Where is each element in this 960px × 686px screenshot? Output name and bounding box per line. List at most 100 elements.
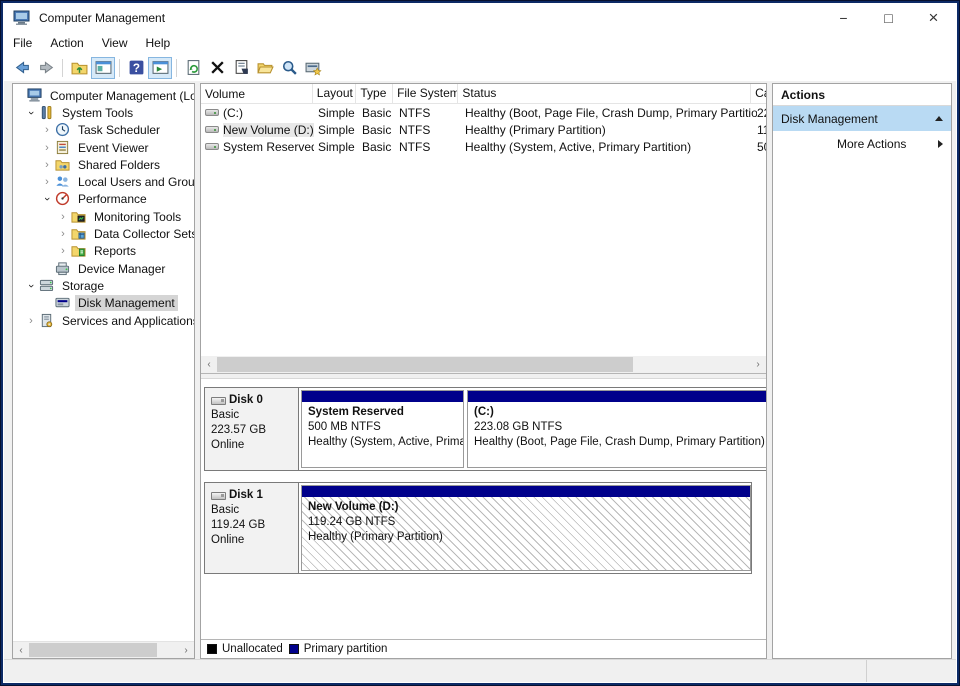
chevron-collapsed-icon: › — [29, 314, 33, 327]
back-icon[interactable] — [10, 57, 34, 79]
column-header-file-system[interactable]: File System — [393, 84, 459, 103]
find-icon[interactable] — [277, 57, 301, 79]
tree-item-system-tools[interactable]: › System Tools — [13, 104, 194, 121]
disk-0-status: Online — [211, 439, 245, 451]
partition-new-volume-d[interactable]: New Volume (D:) 119.24 GB NTFS Healthy (… — [301, 485, 751, 571]
main-content: Computer Management (Local) › System Too… — [4, 81, 956, 659]
primary-partition-bar — [302, 391, 463, 402]
close-button[interactable]: × — [911, 4, 956, 31]
title-bar: Computer Management − □ × — [4, 4, 956, 31]
tree-item-data-collector-sets[interactable]: › Data Collector Sets — [13, 225, 194, 242]
scroll-right-icon[interactable]: › — [750, 359, 766, 370]
disk-management-icon — [55, 295, 72, 311]
folder-chart-icon — [71, 209, 88, 225]
maximize-button[interactable]: □ — [866, 4, 911, 31]
gauge-icon — [55, 191, 72, 207]
tree-item-services-and-applications[interactable]: › Services and Applications — [13, 312, 194, 329]
graphical-view: Disk 0 Basic 223.57 GB Online System Res… — [201, 379, 766, 639]
scroll-left-icon[interactable]: ‹ — [13, 645, 29, 656]
computer-icon — [27, 88, 44, 104]
event-viewer-icon — [55, 140, 72, 156]
device-manager-icon — [55, 261, 72, 277]
column-header-capacity[interactable]: Ca — [751, 84, 766, 103]
scrollbar-thumb[interactable] — [217, 357, 633, 372]
tree-item-storage[interactable]: › Storage — [13, 277, 194, 294]
tree-item-computer-management[interactable]: Computer Management (Local) — [13, 87, 194, 104]
actions-pane-title: Actions — [773, 84, 951, 106]
users-icon — [55, 174, 72, 190]
shared-folders-icon — [55, 157, 72, 173]
column-header-type[interactable]: Type — [356, 84, 394, 103]
chevron-expanded-icon: › — [25, 111, 37, 115]
primary-partition-bar — [468, 391, 766, 402]
svg-text:?: ? — [132, 62, 139, 75]
tools-icon — [39, 105, 56, 121]
partition-system-reserved[interactable]: System Reserved 500 MB NTFS Healthy (Sys… — [301, 390, 464, 468]
disk-1-header[interactable]: Disk 1 Basic 119.24 GB Online — [205, 483, 299, 573]
properties-icon[interactable] — [229, 57, 253, 79]
disk-0-header[interactable]: Disk 0 Basic 223.57 GB Online — [205, 388, 299, 470]
volume-row-system-reserved[interactable]: System Reserved Simple Basic NTFS Health… — [201, 138, 766, 155]
volume-list-header: Volume Layout Type File System Status Ca — [201, 84, 766, 104]
refresh-icon[interactable] — [181, 57, 205, 79]
primary-partition-bar — [302, 486, 750, 497]
tree-item-shared-folders[interactable]: › Shared Folders — [13, 156, 194, 173]
tree-item-reports[interactable]: › Reports — [13, 243, 194, 260]
window-title: Computer Management — [39, 10, 166, 25]
primary-partition-swatch — [288, 644, 299, 654]
unallocated-swatch — [207, 644, 217, 654]
legend: Unallocated Primary partition — [201, 639, 766, 658]
clock-icon — [55, 122, 72, 138]
tree-item-monitoring-tools[interactable]: › Monitoring Tools — [13, 208, 194, 225]
toolbar-separator — [62, 58, 63, 77]
forward-icon[interactable] — [34, 57, 58, 79]
chevron-expanded-icon: › — [41, 197, 53, 202]
submenu-arrow-icon — [938, 139, 943, 148]
chevron-collapsed-icon: › — [45, 158, 49, 171]
disk-management-wizard-icon[interactable] — [301, 57, 325, 79]
up-one-level-icon[interactable] — [67, 57, 91, 79]
partition-c[interactable]: (C:) 223.08 GB NTFS Healthy (Boot, Page … — [467, 390, 766, 468]
scrollbar-thumb[interactable] — [29, 643, 158, 657]
column-header-layout[interactable]: Layout — [313, 84, 357, 103]
toolbar-separator — [119, 58, 120, 77]
disk-1-status: Online — [211, 534, 245, 546]
tree-item-task-scheduler[interactable]: › Task Scheduler — [13, 122, 194, 139]
tree-item-performance[interactable]: › Performance — [13, 191, 194, 208]
chevron-collapsed-icon: › — [61, 245, 65, 258]
tree-item-disk-management[interactable]: Disk Management — [13, 295, 194, 312]
volume-row-c[interactable]: (C:) Simple Basic NTFS Healthy (Boot, Pa… — [201, 104, 766, 121]
more-actions-item[interactable]: More Actions — [773, 131, 951, 156]
scrollbar-track[interactable] — [217, 356, 750, 373]
open-folder-icon[interactable] — [253, 57, 277, 79]
volume-row-d[interactable]: New Volume (D:) Simple Basic NTFS Health… — [201, 121, 766, 138]
chevron-collapsed-icon: › — [61, 210, 65, 223]
console-tree: Computer Management (Local) › System Too… — [13, 84, 194, 641]
delete-icon[interactable] — [205, 57, 229, 79]
legend-unallocated: Unallocated — [207, 643, 283, 655]
tree-item-event-viewer[interactable]: › Event Viewer — [13, 139, 194, 156]
scroll-right-icon[interactable]: › — [178, 645, 194, 656]
menu-file[interactable]: File — [4, 33, 41, 53]
column-header-volume[interactable]: Volume — [201, 84, 313, 103]
collapse-icon[interactable] — [935, 116, 943, 121]
minimize-button[interactable]: − — [821, 4, 866, 31]
tree-horizontal-scrollbar[interactable]: ‹ › — [13, 641, 194, 658]
column-header-status[interactable]: Status — [458, 84, 752, 103]
scroll-left-icon[interactable]: ‹ — [201, 359, 217, 370]
show-action-pane-icon[interactable] — [148, 56, 172, 79]
show-console-tree-icon[interactable] — [91, 56, 115, 79]
scrollbar-track[interactable] — [29, 642, 178, 658]
tree-item-device-manager[interactable]: Device Manager — [13, 260, 194, 277]
disk-0-row: Disk 0 Basic 223.57 GB Online System Res… — [204, 387, 766, 471]
tree-item-local-users-and-groups[interactable]: › Local Users and Groups — [13, 173, 194, 190]
chevron-collapsed-icon: › — [45, 124, 49, 137]
actions-group-disk-management[interactable]: Disk Management — [773, 106, 951, 131]
help-icon[interactable]: ? — [124, 57, 148, 79]
menu-help[interactable]: Help — [137, 33, 180, 53]
volume-list-horizontal-scrollbar[interactable]: ‹ › — [201, 356, 766, 373]
volume-icon — [205, 109, 219, 116]
disk-0-type: Basic — [211, 409, 240, 421]
menu-view[interactable]: View — [93, 33, 137, 53]
menu-action[interactable]: Action — [41, 33, 92, 53]
